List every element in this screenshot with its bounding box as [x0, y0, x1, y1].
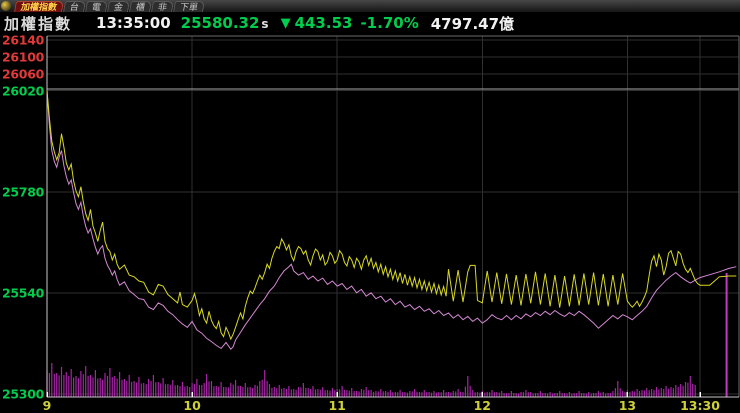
y-axis-label-2: 26060 — [2, 66, 44, 82]
tab-item-0[interactable]: 加權指數 — [14, 1, 64, 13]
down-arrow-icon: ▼ — [280, 15, 291, 31]
y-axis-label-6: 25300 — [2, 386, 44, 402]
change-percent: -1.70% — [360, 14, 419, 32]
y-axis-label-3: 26020 — [2, 83, 44, 99]
index-title: 加權指數 — [4, 14, 73, 33]
tab-item-5[interactable]: 非 — [151, 1, 175, 13]
x-axis-label-1: 10 — [183, 398, 201, 413]
change-value: 443.53 — [294, 14, 353, 32]
y-axis-label-0: 26140 — [2, 32, 44, 48]
x-axis-label-5: 13:30 — [680, 398, 720, 413]
x-axis-label-4: 13 — [618, 398, 637, 413]
app-window: 加權指數台電金櫃非下單 加權指數 13:35:00 25580.32 s ▼ 4… — [0, 0, 740, 413]
last-price: 25580.32 — [180, 14, 260, 32]
quote-header: 加權指數 13:35:00 25580.32 s ▼ 443.53 -1.70%… — [0, 12, 740, 34]
tab-item-4[interactable]: 櫃 — [129, 1, 153, 13]
x-axis-label-3: 12 — [473, 398, 491, 413]
quote-time: 13:35:00 — [96, 14, 171, 32]
price-status-flag: s — [261, 17, 269, 31]
tab-bar: 加權指數台電金櫃非下單 — [0, 0, 740, 13]
intraday-chart[interactable]: 26140 26100 26060 26020 25780 25540 25300 9 10 11… — [0, 0, 740, 413]
turnover-value: 4797.47億 — [430, 14, 515, 33]
chart-canvas[interactable] — [0, 0, 740, 413]
tab-item-1[interactable]: 台 — [63, 1, 87, 13]
tab-item-2[interactable]: 電 — [85, 1, 109, 13]
x-axis-label-0: 9 — [42, 398, 52, 413]
x-axis-label-2: 11 — [328, 398, 346, 413]
y-axis-label-1: 26100 — [2, 49, 44, 65]
y-axis-label-4: 25780 — [2, 184, 44, 200]
tab-item-6[interactable]: 下單 — [173, 1, 206, 13]
app-logo-icon — [1, 1, 11, 11]
tab-item-3[interactable]: 金 — [107, 1, 131, 13]
y-axis-label-5: 25540 — [2, 285, 44, 301]
